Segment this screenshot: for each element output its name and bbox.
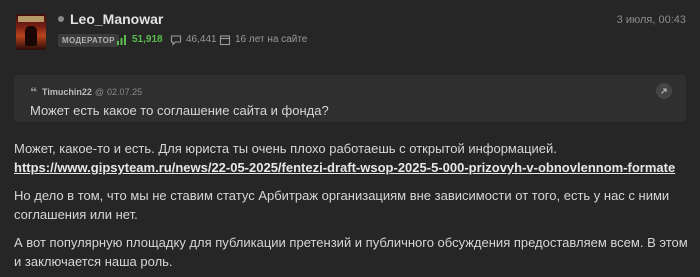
comments-value: 46,441: [186, 34, 217, 45]
quote-header: ❝ Timuchin22 @ 02.07.25: [30, 85, 143, 99]
role-badge: МОДЕРАТОР: [58, 34, 119, 47]
avatar[interactable]: [16, 14, 46, 50]
rating-stat: 51,918: [116, 33, 163, 47]
membership-value: 16 лет на сайте: [235, 34, 308, 45]
avatar-figure: [25, 26, 37, 46]
quote-text: Может есть какое то соглашение сайта и ф…: [30, 103, 329, 118]
post-date[interactable]: 3 июля, 00:43: [617, 14, 686, 26]
speech-bubble-icon: [170, 35, 182, 46]
quote-block: ❝ Timuchin22 @ 02.07.25 Может есть какое…: [14, 75, 686, 122]
username-link[interactable]: Leo_Manowar: [70, 11, 163, 27]
quote-mark-icon: ❝: [30, 85, 38, 99]
status-dot-icon: [58, 16, 64, 22]
thumbs-up-chart-icon: [117, 35, 126, 45]
rating-value: 51,918: [132, 34, 163, 45]
quote-author[interactable]: Timuchin22: [42, 87, 92, 97]
forum-post: Leo_Manowar 3 июля, 00:43 МОДЕРАТОР 51,9…: [0, 0, 700, 277]
quote-jump-button[interactable]: [656, 83, 672, 99]
news-link[interactable]: https://www.gipsyteam.ru/news/22-05-2025…: [14, 158, 689, 177]
post-paragraph-2: Но дело в том, что мы не ставим статус А…: [14, 188, 670, 222]
quote-at-sign: @: [94, 87, 105, 97]
membership-stat: 16 лет на сайте: [219, 33, 307, 47]
arrow-up-right-icon: [661, 88, 667, 94]
paragraph-1-text: Может, какое-то и есть. Для юриста ты оч…: [14, 141, 557, 156]
calendar-icon: [219, 35, 231, 46]
post-paragraph-1: Может, какое-то и есть. Для юриста ты оч…: [14, 139, 689, 177]
avatar-logo: [18, 16, 44, 22]
comments-stat: 46,441: [170, 33, 217, 47]
quote-date: 02.07.25: [107, 87, 143, 97]
post-paragraph-3: А вот популярную площадку для публикации…: [14, 235, 688, 269]
